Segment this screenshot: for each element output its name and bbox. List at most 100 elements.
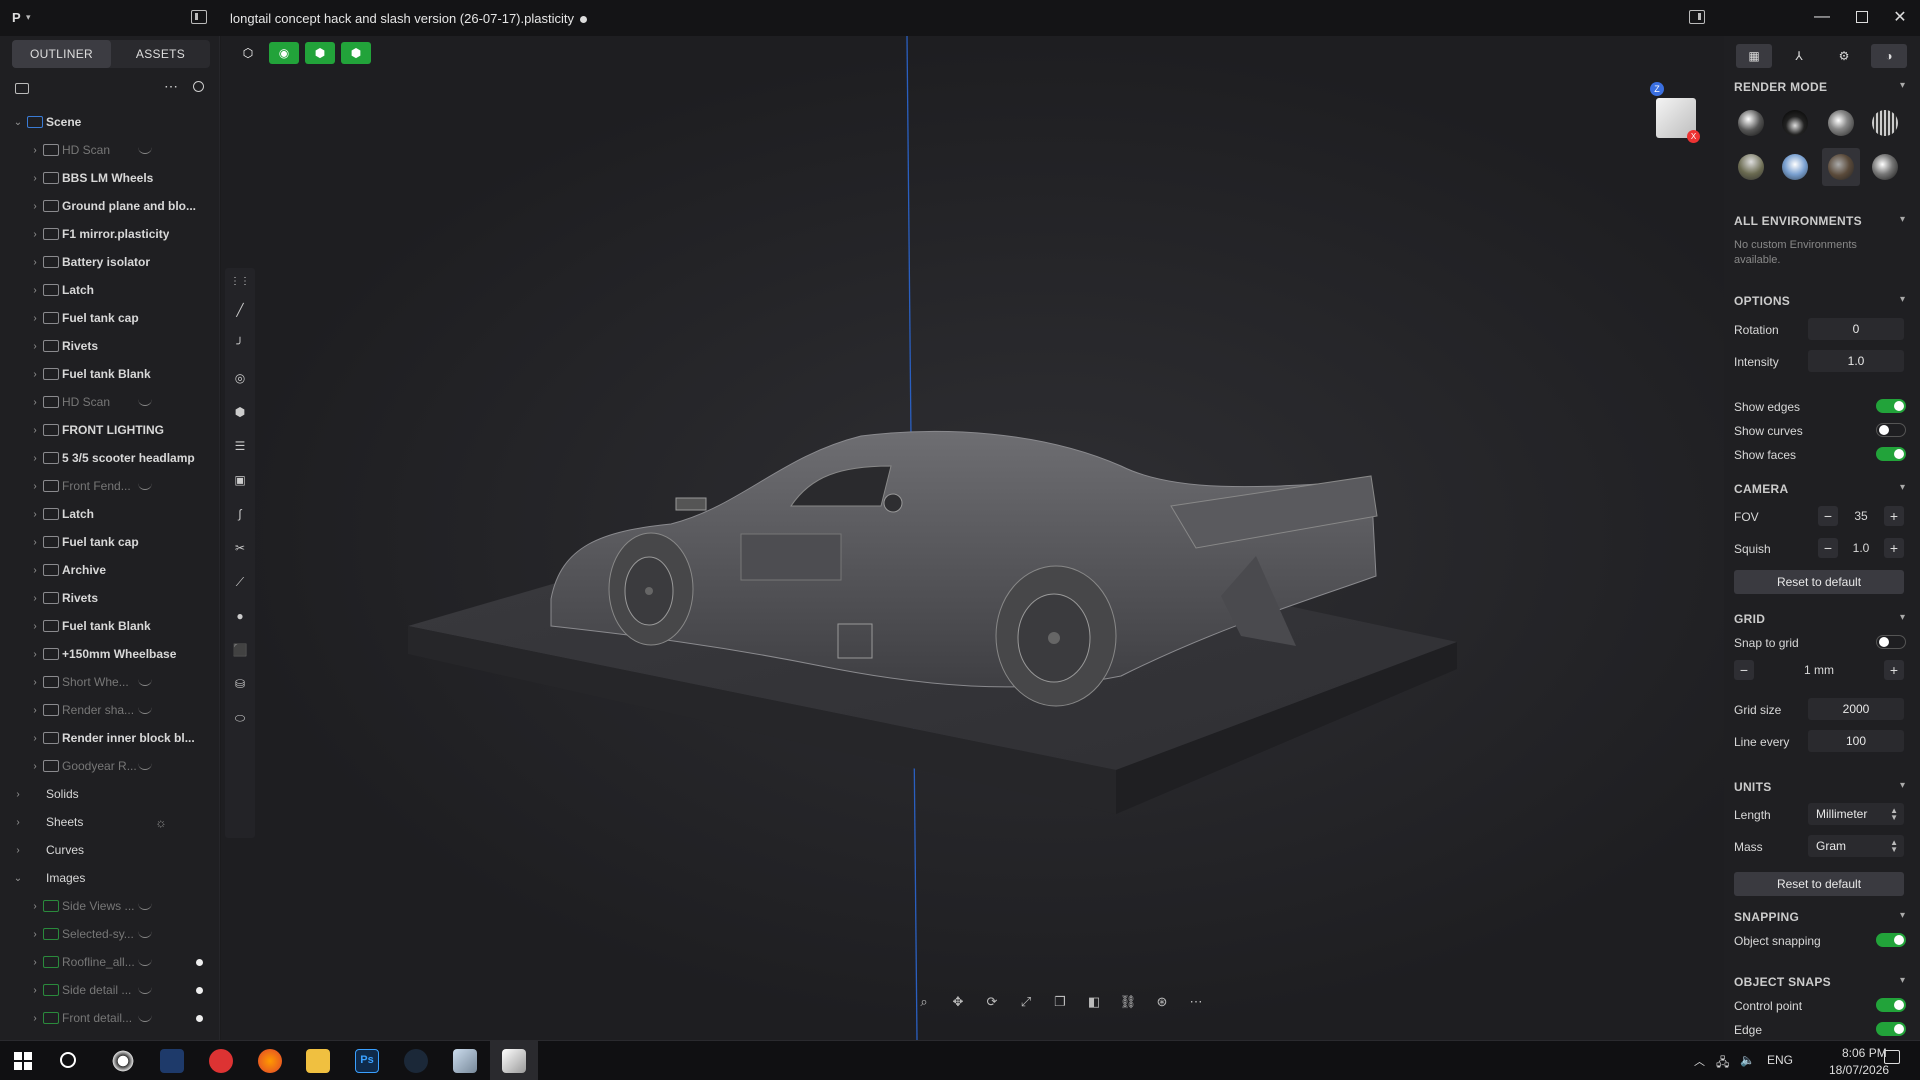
tab-outliner[interactable]: OUTLINER xyxy=(12,40,111,68)
grid-view-icon[interactable]: ▦ xyxy=(1736,44,1772,68)
app-icon-red[interactable] xyxy=(209,1049,233,1073)
chevron-right-icon[interactable]: › xyxy=(30,957,40,968)
chevron-right-icon[interactable]: › xyxy=(30,397,40,408)
intensity-input[interactable]: 1.0 xyxy=(1808,350,1904,372)
tree-item[interactable]: › Fuel tank cap xyxy=(0,528,219,556)
rotate-icon[interactable]: ⟳ xyxy=(980,990,1004,1014)
length-select[interactable]: Millimeter ▲ ▼ xyxy=(1808,803,1904,825)
chevron-right-icon[interactable]: › xyxy=(30,341,40,352)
tree-item[interactable]: › FRONT LIGHTING xyxy=(0,416,219,444)
tree-item[interactable]: › Battery isolator xyxy=(0,248,219,276)
face-select-icon[interactable]: ⬢ xyxy=(341,42,371,64)
snap-to-grid-toggle[interactable] xyxy=(1876,635,1906,649)
camera-reset-button[interactable]: Reset to default xyxy=(1734,570,1904,594)
show-curves-toggle[interactable] xyxy=(1876,423,1906,437)
more-tools-icon[interactable]: ⋯ xyxy=(1184,990,1208,1014)
drag-handle-icon[interactable]: ⋮⋮ xyxy=(230,271,250,291)
tree-item[interactable]: › BBS LM Wheels xyxy=(0,164,219,192)
firefox-icon[interactable] xyxy=(258,1049,282,1073)
grid-step-decrement-button[interactable]: − xyxy=(1734,660,1754,680)
chevron-down-icon[interactable]: ▾ xyxy=(1900,612,1905,623)
tree-item[interactable]: › 5 3/5 scooter headlamp xyxy=(0,444,219,472)
more-options-icon[interactable]: ⋯ xyxy=(164,78,178,95)
chevron-down-icon[interactable]: ▾ xyxy=(1900,482,1905,493)
network-icon[interactable]: 🖧 xyxy=(1716,1053,1729,1074)
tree-item[interactable]: › Render inner block bl... xyxy=(0,724,219,752)
chevron-right-icon[interactable]: › xyxy=(30,565,40,576)
chevron-right-icon[interactable]: › xyxy=(30,313,40,324)
chevron-right-icon[interactable]: › xyxy=(30,705,40,716)
combine-icon[interactable]: ⊛ xyxy=(1150,990,1174,1014)
tree-item[interactable]: › Short Whe... xyxy=(0,668,219,696)
chevron-right-icon[interactable]: › xyxy=(30,985,40,996)
visibility-off-icon[interactable]: ☼ xyxy=(155,815,167,830)
steam-icon[interactable] xyxy=(404,1049,428,1073)
grid-step-increment-button[interactable]: + xyxy=(1884,660,1904,680)
hidden-eye-icon[interactable] xyxy=(138,483,152,490)
nav-z-axis[interactable]: Z xyxy=(1650,82,1664,96)
search-icon[interactable] xyxy=(193,81,204,92)
tree-item[interactable]: › +150mm Wheelbase xyxy=(0,640,219,668)
render-mode-env-4[interactable] xyxy=(1872,154,1898,180)
file-explorer-icon[interactable] xyxy=(306,1049,330,1073)
tree-item[interactable]: › Solids xyxy=(0,780,219,808)
hidden-eye-icon[interactable] xyxy=(138,147,152,154)
boolean-icon[interactable]: ◧ xyxy=(1082,990,1106,1014)
circle-tool-icon[interactable]: ◎ xyxy=(230,368,250,388)
chevron-right-icon[interactable]: › xyxy=(30,481,40,492)
app-icon-notes[interactable] xyxy=(453,1049,477,1073)
hidden-eye-icon[interactable] xyxy=(138,903,152,910)
squish-decrement-button[interactable]: − xyxy=(1818,538,1838,558)
fov-value[interactable]: 35 xyxy=(1842,506,1880,526)
hidden-eye-icon[interactable] xyxy=(138,1015,152,1022)
chevron-right-icon[interactable]: › xyxy=(13,789,23,800)
grid-size-input[interactable]: 2000 xyxy=(1808,698,1904,720)
tree-item[interactable]: › Latch xyxy=(0,500,219,528)
solid-tool-icon[interactable]: ⬭ xyxy=(230,708,250,728)
app-icon-davinci[interactable] xyxy=(111,1049,135,1073)
tree-item[interactable]: › Roofline_all... xyxy=(0,948,219,976)
units-reset-button[interactable]: Reset to default xyxy=(1734,872,1904,896)
chevron-right-icon[interactable]: › xyxy=(30,425,40,436)
chevron-right-icon[interactable]: › xyxy=(30,901,40,912)
tree-item[interactable]: › Archive xyxy=(0,556,219,584)
fillet-tool-icon[interactable]: ⟋ xyxy=(230,572,250,592)
language-indicator[interactable]: ENG xyxy=(1767,1053,1793,1067)
chevron-down-icon[interactable]: ▾ xyxy=(1900,780,1905,791)
hidden-eye-icon[interactable] xyxy=(138,931,152,938)
chevron-right-icon[interactable]: › xyxy=(30,761,40,772)
tree-item[interactable]: › Fuel tank cap xyxy=(0,304,219,332)
hidden-eye-icon[interactable] xyxy=(138,987,152,994)
right-panel-toggle-icon[interactable] xyxy=(1689,10,1705,24)
tree-item[interactable]: › Fuel tank Blank xyxy=(0,360,219,388)
chevron-right-icon[interactable]: › xyxy=(30,173,40,184)
fov-decrement-button[interactable]: − xyxy=(1818,506,1838,526)
render-mode-matcap-2[interactable] xyxy=(1782,110,1808,136)
tree-item[interactable]: › Latch xyxy=(0,276,219,304)
vertex-select-icon[interactable]: ◉ xyxy=(269,42,299,64)
left-panel-toggle-icon[interactable] xyxy=(191,10,207,24)
chevron-down-icon[interactable]: ⌄ xyxy=(13,117,23,128)
tree-item[interactable]: › Ground plane and blo... xyxy=(0,192,219,220)
chevron-right-icon[interactable]: › xyxy=(30,1013,40,1024)
render-mode-env-1[interactable] xyxy=(1738,154,1764,180)
chevron-down-icon[interactable]: ▾ xyxy=(1900,975,1905,986)
tree-item[interactable]: › Goodyear R... xyxy=(0,752,219,780)
render-mode-matcap-1[interactable] xyxy=(1738,110,1764,136)
hidden-eye-icon[interactable] xyxy=(138,763,152,770)
tree-item[interactable]: › Side detail ... xyxy=(0,976,219,1004)
chevron-right-icon[interactable]: › xyxy=(30,733,40,744)
sphere-tool-icon[interactable]: ● xyxy=(230,606,250,626)
render-mode-matcap-4[interactable] xyxy=(1872,110,1898,136)
tree-item[interactable]: ⌄ Scene xyxy=(0,108,219,136)
maximize-button[interactable] xyxy=(1842,0,1882,34)
scale-icon[interactable]: ⤢ xyxy=(1014,990,1038,1014)
tree-item[interactable]: › Sheets ☼ xyxy=(0,808,219,836)
cylinder-tool-icon[interactable]: ⛁ xyxy=(230,674,250,694)
chevron-right-icon[interactable]: › xyxy=(30,369,40,380)
start-icon[interactable] xyxy=(14,1052,32,1070)
edge-toggle[interactable] xyxy=(1876,1022,1906,1036)
notifications-icon[interactable] xyxy=(1884,1050,1900,1064)
chevron-right-icon[interactable]: › xyxy=(13,845,23,856)
render-mode-matcap-3[interactable] xyxy=(1828,110,1854,136)
